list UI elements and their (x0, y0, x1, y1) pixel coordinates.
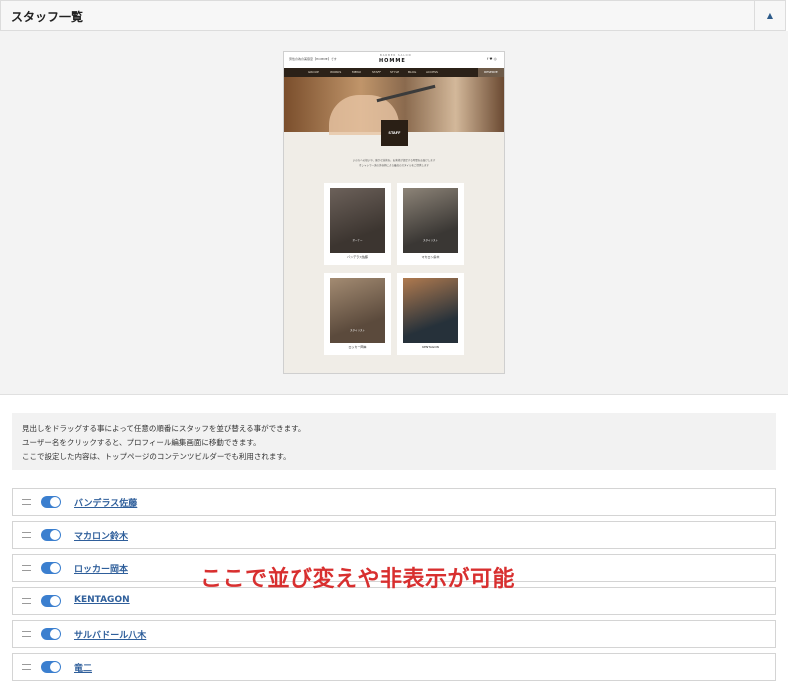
staff-photo (330, 278, 385, 343)
visibility-toggle[interactable] (41, 628, 61, 640)
visibility-toggle[interactable] (41, 661, 61, 673)
visibility-toggle[interactable] (41, 496, 61, 508)
visibility-toggle[interactable] (41, 562, 61, 574)
toggle-knob (50, 596, 60, 606)
drag-handle-icon[interactable] (22, 631, 31, 637)
nav-item: BLOG (408, 70, 417, 74)
toggle-knob (50, 497, 60, 507)
caret-up-icon[interactable]: ▲ (754, 1, 785, 30)
site-description: 男性の為の美容室【HOMME】です (289, 57, 337, 61)
nav-item: STYLE (390, 70, 400, 74)
site-nav: GROUP WORKS MENU STAFF STYLE BLOG ACCESS… (284, 68, 504, 77)
staff-name: KENTAGON (422, 345, 439, 349)
staff-photo (403, 188, 458, 253)
staff-name-link[interactable]: マカロン鈴木 (74, 529, 128, 542)
staff-role: スタイリスト (422, 239, 438, 242)
staff-role: スタイリスト (349, 329, 365, 332)
drag-handle-icon[interactable] (22, 598, 31, 604)
staff-role: オーナー (352, 239, 363, 242)
drag-handle-icon[interactable] (22, 532, 31, 538)
staff-name-link[interactable]: サルバドール八木 (74, 628, 146, 641)
site-logo-small: BARBER SALON (380, 54, 412, 57)
staff-name: ロッカー岡本 (348, 345, 367, 349)
staff-row[interactable]: 竜二 (12, 653, 776, 681)
staff-heading: STAFF (381, 120, 408, 146)
info-line: ユーザー名をクリックすると、プロフィール編集画面に移動できます。 (22, 438, 261, 447)
staff-row[interactable]: マカロン鈴木 (12, 521, 776, 549)
info-line: ここで設定した内容は、トップページのコンテンツビルダーでも利用されます。 (22, 452, 291, 461)
social-icons: f ♥ ◎ (487, 57, 497, 61)
nav-item: MENU (352, 70, 361, 74)
toggle-knob (50, 629, 60, 639)
staff-photo (330, 188, 385, 253)
toggle-knob (50, 530, 60, 540)
panel-header: スタッフ一覧 ▲ (0, 0, 786, 31)
hero-scissor (376, 84, 436, 103)
nav-item: WORKS (330, 70, 342, 74)
staff-name-link[interactable]: バンデラス佐藤 (74, 496, 137, 509)
site-intro: いのちへの想いや、確かな技術を。お客様が満足する時間をお届けします オシャレで一… (324, 158, 464, 168)
staff-card: オーナー バンデラス佐藤 (324, 183, 391, 265)
nav-item: GROUP (308, 70, 319, 74)
staff-name: バンデラス佐藤 (346, 255, 369, 259)
staff-name-link[interactable]: ロッカー岡本 (74, 562, 128, 575)
staff-name-link[interactable]: KENTAGON (74, 595, 130, 605)
nav-item: STAFF (372, 70, 382, 74)
staff-row[interactable]: バンデラス佐藤 (12, 488, 776, 516)
info-box: 見出しをドラッグする事によって任意の順番にスタッフを並び替える事ができます。 ユ… (12, 413, 776, 470)
toggle-knob (50, 662, 60, 672)
toggle-knob (50, 563, 60, 573)
info-line: 見出しをドラッグする事によって任意の順番にスタッフを並び替える事ができます。 (22, 424, 306, 433)
drag-handle-icon[interactable] (22, 499, 31, 505)
reserve-button: RESERVE (478, 68, 504, 77)
nav-item: ACCESS (426, 70, 438, 74)
staff-name-link[interactable]: 竜二 (74, 661, 92, 674)
drag-handle-icon[interactable] (22, 664, 31, 670)
intro-line: オシャレで一流の美容師による最高のスタイルをご提供します (359, 164, 429, 167)
staff-card: KENTAGON (397, 273, 464, 355)
preview-area: 男性の為の美容室【HOMME】です BARBER SALON HOMME f ♥… (0, 31, 788, 395)
staff-card: スタイリスト マカロン鈴木 (397, 183, 464, 265)
site-header: 男性の為の美容室【HOMME】です BARBER SALON HOMME f ♥… (284, 52, 504, 68)
panel-title: スタッフ一覧 (11, 10, 84, 24)
site-preview: 男性の為の美容室【HOMME】です BARBER SALON HOMME f ♥… (283, 51, 505, 374)
drag-handle-icon[interactable] (22, 565, 31, 571)
staff-name: マカロン鈴木 (421, 255, 440, 259)
staff-photo (403, 278, 458, 343)
visibility-toggle[interactable] (41, 529, 61, 541)
annotation-text: ここで並び変えや非表示が可能 (200, 567, 516, 592)
visibility-toggle[interactable] (41, 595, 61, 607)
site-logo: HOMME (379, 58, 406, 64)
staff-card: スタイリスト ロッカー岡本 (324, 273, 391, 355)
staff-row[interactable]: サルバドール八木 (12, 620, 776, 648)
